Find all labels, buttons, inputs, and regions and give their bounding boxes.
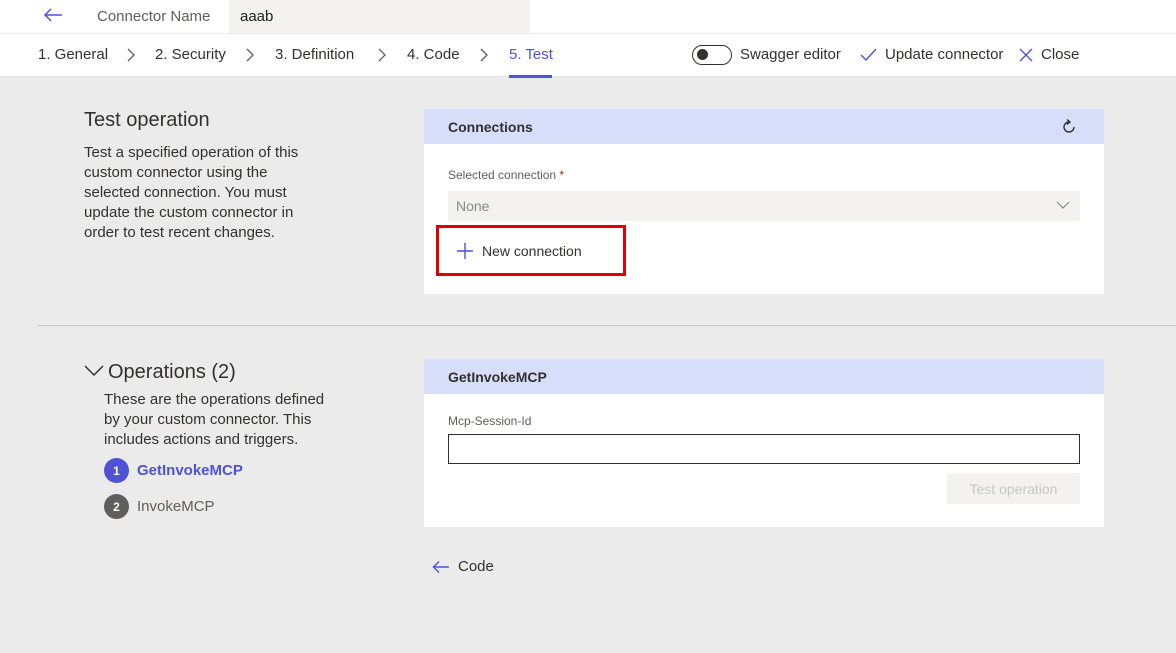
connections-header-label: Connections (448, 118, 533, 135)
tab-code[interactable]: 4. Code (407, 46, 460, 63)
operation-panel-title: GetInvokeMCP (448, 368, 547, 385)
back-to-code-link[interactable]: Code (432, 558, 494, 575)
new-connection-button[interactable]: New connection (436, 225, 626, 276)
operation-panel-header: GetInvokeMCP (424, 359, 1104, 394)
chevron-down-icon (84, 365, 104, 377)
arrow-left-icon (432, 560, 449, 573)
test-operation-title: Test operation (84, 109, 210, 131)
chevron-right-icon (127, 48, 135, 62)
connections-panel: Connections Selected connection * None N… (424, 109, 1104, 294)
chevron-down-icon (1056, 201, 1070, 209)
update-connector-label: Update connector (885, 46, 1004, 63)
close-label: Close (1041, 46, 1080, 63)
operation-name: InvokeMCP (137, 498, 215, 515)
checkmark-icon (860, 48, 877, 61)
update-connector-button[interactable]: Update connector (860, 46, 1003, 63)
top-bar: Connector Name (0, 0, 1176, 33)
section-divider (38, 325, 1176, 326)
selected-connection-text: Selected connection (448, 168, 557, 182)
tab-definition[interactable]: 3. Definition (275, 46, 354, 63)
close-button[interactable]: Close (1019, 46, 1079, 63)
back-to-code-label: Code (458, 558, 494, 575)
selected-connection-value: None (456, 198, 490, 214)
required-mark: * (559, 168, 565, 182)
tab-security[interactable]: 2. Security (155, 46, 226, 63)
mcp-session-id-label: Mcp-Session-Id (448, 414, 532, 428)
operations-title: Operations (2) (108, 361, 236, 383)
close-icon (1019, 48, 1033, 61)
operation-item-getinvokemcp[interactable]: 1 GetInvokeMCP (104, 458, 243, 483)
test-operation-button[interactable]: Test operation (947, 473, 1080, 504)
tab-general[interactable]: 1. General (38, 46, 108, 63)
wizard-nav: 1. General 2. Security 3. Definition 4. … (0, 33, 1176, 78)
chevron-right-icon (378, 48, 386, 62)
swagger-editor-label[interactable]: Swagger editor (740, 46, 841, 63)
refresh-icon[interactable] (1060, 118, 1078, 136)
selected-connection-label: Selected connection * (448, 168, 564, 182)
active-tab-indicator (509, 75, 552, 78)
tab-test[interactable]: 5. Test (509, 46, 553, 63)
operations-description: These are the operations defined by your… (104, 391, 325, 448)
toggle-knob (697, 49, 708, 60)
swagger-editor-toggle[interactable] (692, 45, 732, 65)
back-button[interactable] (38, 3, 68, 27)
operation-number-badge: 1 (104, 458, 129, 483)
mcp-session-id-input[interactable] (448, 434, 1080, 464)
operation-name: GetInvokeMCP (137, 462, 243, 479)
arrow-left-icon (43, 8, 62, 22)
connector-name-label: Connector Name (97, 8, 211, 25)
test-operation-description: Test a specified operation of this custo… (84, 144, 299, 241)
chevron-right-icon (480, 48, 488, 62)
operation-panel: GetInvokeMCP Mcp-Session-Id Test operati… (424, 359, 1104, 527)
operation-item-invokemcp[interactable]: 2 InvokeMCP (104, 494, 215, 519)
new-connection-label: New connection (482, 242, 582, 259)
chevron-right-icon (246, 48, 254, 62)
operation-number-badge: 2 (104, 494, 129, 519)
plus-icon (457, 242, 473, 259)
connections-header: Connections (424, 109, 1104, 144)
selected-connection-dropdown[interactable]: None (448, 191, 1080, 221)
connector-name-input[interactable] (229, 0, 530, 33)
